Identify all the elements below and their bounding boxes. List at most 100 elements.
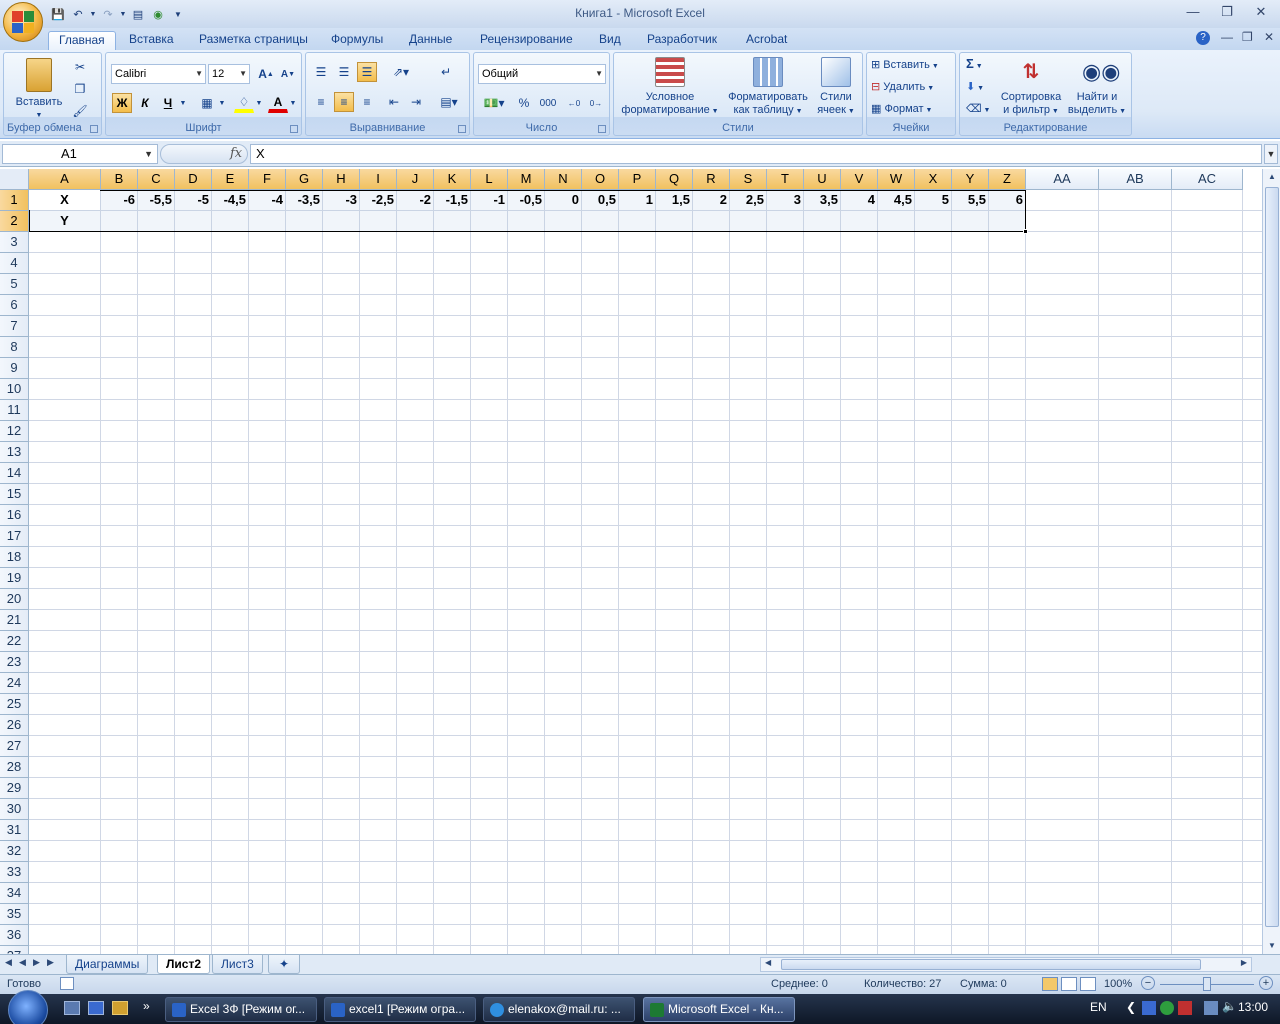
column-header-x[interactable]: X: [915, 169, 952, 190]
dropdown-icon[interactable]: ▼: [217, 93, 227, 113]
zoom-level[interactable]: 100%: [1104, 978, 1132, 990]
select-all-button[interactable]: [0, 169, 29, 190]
close-button[interactable]: ✕: [1254, 4, 1268, 20]
cell-e1[interactable]: -4,5: [212, 190, 248, 210]
column-header-z[interactable]: Z: [989, 169, 1026, 190]
cell-area[interactable]: [29, 190, 1262, 954]
font-size-combo[interactable]: 12 ▼: [208, 64, 250, 84]
row-header-9[interactable]: 9: [0, 358, 29, 379]
row-header-14[interactable]: 14: [0, 463, 29, 484]
fill-button[interactable]: ⬇ ▼: [966, 81, 984, 95]
cell-k1[interactable]: -1,5: [434, 190, 470, 210]
copy-icon[interactable]: ❐: [70, 79, 90, 99]
name-box[interactable]: A1 ▼: [2, 144, 158, 164]
row-header-19[interactable]: 19: [0, 568, 29, 589]
row-header-31[interactable]: 31: [0, 820, 29, 841]
cell-u1[interactable]: 3,5: [804, 190, 840, 210]
row-header-25[interactable]: 25: [0, 694, 29, 715]
column-header-f[interactable]: F: [249, 169, 286, 190]
row-header-6[interactable]: 6: [0, 295, 29, 316]
orientation-icon[interactable]: ⇗▾: [386, 62, 416, 82]
expand-formula-bar-button[interactable]: ▼: [1264, 144, 1278, 164]
row-header-16[interactable]: 16: [0, 505, 29, 526]
row-header-30[interactable]: 30: [0, 799, 29, 820]
column-header-q[interactable]: Q: [656, 169, 693, 190]
row-header-26[interactable]: 26: [0, 715, 29, 736]
column-header-aa[interactable]: AA: [1026, 169, 1099, 190]
align-right-icon[interactable]: ≡: [357, 92, 377, 112]
red-tray-icon[interactable]: [1178, 1001, 1192, 1015]
dropdown-icon[interactable]: ▼: [254, 93, 264, 113]
row-header-23[interactable]: 23: [0, 652, 29, 673]
column-header-k[interactable]: K: [434, 169, 471, 190]
column-header-ab[interactable]: AB: [1099, 169, 1172, 190]
row-header-35[interactable]: 35: [0, 904, 29, 925]
cell-f1[interactable]: -4: [249, 190, 285, 210]
scroll-up-icon[interactable]: ▲: [1263, 169, 1280, 185]
cell-i1[interactable]: -2,5: [360, 190, 396, 210]
cell-b1[interactable]: -6: [101, 190, 137, 210]
borders-icon[interactable]: ▦: [197, 93, 217, 113]
doc-minimize-button[interactable]: —: [1221, 30, 1233, 44]
format-cells-button[interactable]: ▦ Формат ▼: [871, 103, 932, 117]
grow-font-icon[interactable]: A ▲: [256, 64, 276, 84]
cell-x1[interactable]: 5: [915, 190, 951, 210]
italic-button[interactable]: К: [135, 93, 155, 113]
sheet-tab-list3[interactable]: Лист3: [212, 955, 263, 974]
restore-button[interactable]: ❐: [1220, 4, 1234, 20]
switch-windows-icon[interactable]: [88, 1001, 104, 1015]
scroll-down-icon[interactable]: ▼: [1263, 938, 1280, 954]
column-header-v[interactable]: V: [841, 169, 878, 190]
first-sheet-icon[interactable]: ◀: [5, 957, 15, 968]
row-header-11[interactable]: 11: [0, 400, 29, 421]
vertical-scroll-thumb[interactable]: [1265, 187, 1279, 927]
fill-color-icon[interactable]: ♢: [234, 93, 254, 113]
column-header-g[interactable]: G: [286, 169, 323, 190]
column-header-n[interactable]: N: [545, 169, 582, 190]
row-header-8[interactable]: 8: [0, 337, 29, 358]
tab-home[interactable]: Главная: [48, 31, 116, 50]
increase-decimal-icon[interactable]: ←0: [564, 93, 584, 113]
tab-view[interactable]: Вид: [589, 31, 631, 50]
page-break-view-icon[interactable]: [1080, 977, 1096, 991]
vertical-scrollbar[interactable]: ▲ ▼: [1262, 169, 1280, 954]
zoom-slider-thumb[interactable]: [1203, 977, 1211, 991]
help-icon[interactable]: ?: [1196, 31, 1210, 45]
prev-sheet-icon[interactable]: ◀: [19, 957, 29, 968]
start-button[interactable]: [8, 990, 48, 1024]
fill-handle[interactable]: [1023, 229, 1028, 234]
zoom-out-icon[interactable]: −: [1141, 976, 1155, 990]
column-header-y[interactable]: Y: [952, 169, 989, 190]
cell-r1[interactable]: 2: [693, 190, 729, 210]
row-header-5[interactable]: 5: [0, 274, 29, 295]
row-header-22[interactable]: 22: [0, 631, 29, 652]
tab-acrobat[interactable]: Acrobat: [736, 31, 797, 50]
row-header-18[interactable]: 18: [0, 547, 29, 568]
insert-cells-button[interactable]: ⊞ Вставить ▼: [871, 59, 939, 73]
taskbar-button-browser[interactable]: elenakox@mail.ru: ...: [483, 997, 635, 1022]
volume-icon[interactable]: 🔈: [1222, 999, 1237, 1013]
row-header-15[interactable]: 15: [0, 484, 29, 505]
autosum-button[interactable]: Σ ▼: [966, 57, 983, 73]
cell-q1[interactable]: 1,5: [656, 190, 692, 210]
column-header-o[interactable]: O: [582, 169, 619, 190]
row-header-10[interactable]: 10: [0, 379, 29, 400]
sort-filter-button[interactable]: ⇅ Сортировка и фильтр ▼: [996, 57, 1066, 118]
doc-restore-button[interactable]: ❐: [1242, 30, 1253, 44]
dialog-launcher-icon[interactable]: [458, 125, 466, 133]
taskbar-button-excel1[interactable]: excel1 [Режим огра...: [324, 997, 476, 1022]
format-painter-icon[interactable]: 🖌: [70, 101, 90, 121]
row-header-17[interactable]: 17: [0, 526, 29, 547]
quick-launch-icon[interactable]: [112, 1001, 128, 1015]
tab-developer[interactable]: Разработчик: [637, 31, 727, 50]
cell-t1[interactable]: 3: [767, 190, 803, 210]
tab-data[interactable]: Данные: [399, 31, 462, 50]
cell-l1[interactable]: -1: [471, 190, 507, 210]
row-header-24[interactable]: 24: [0, 673, 29, 694]
next-sheet-icon[interactable]: ▶: [33, 957, 43, 968]
row-header-32[interactable]: 32: [0, 841, 29, 862]
column-header-w[interactable]: W: [878, 169, 915, 190]
cell-s1[interactable]: 2,5: [730, 190, 766, 210]
green-circle-icon[interactable]: [1160, 1001, 1174, 1015]
cell-h1[interactable]: -3: [323, 190, 359, 210]
